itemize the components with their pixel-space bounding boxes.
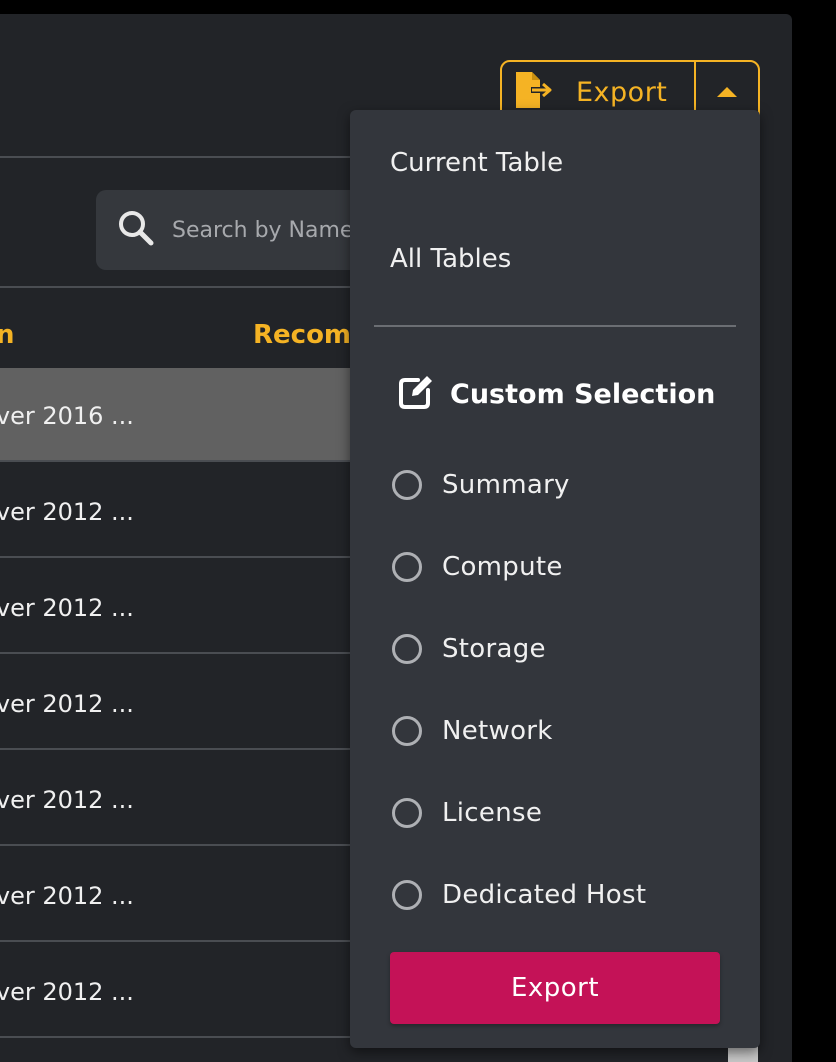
column-header-recommendation[interactable]: Recom — [253, 320, 351, 350]
column-header-os[interactable]: n — [0, 320, 15, 350]
option-label: License — [442, 798, 543, 828]
table-cell-os: rver 2012 ... — [0, 786, 134, 814]
table-row[interactable]: rver 2012 ... — [0, 656, 350, 750]
menu-divider — [374, 325, 736, 327]
option-label: Compute — [442, 552, 563, 582]
radio-button[interactable] — [392, 634, 422, 664]
radio-button[interactable] — [392, 716, 422, 746]
option-storage[interactable]: Storage — [392, 634, 546, 664]
table-cell-os: rver 2012 ... — [0, 882, 134, 910]
radio-button[interactable] — [392, 552, 422, 582]
table-cell-os: rver 2012 ... — [0, 594, 134, 622]
option-network[interactable]: Network — [392, 716, 553, 746]
export-button-label: Export — [576, 76, 668, 108]
radio-button[interactable] — [392, 798, 422, 828]
radio-button[interactable] — [392, 880, 422, 910]
option-label: Summary — [442, 470, 570, 500]
option-dedicated-host[interactable]: Dedicated Host — [392, 880, 646, 910]
custom-selection-title: Custom Selection — [450, 378, 716, 410]
table-row[interactable]: rver 2012 ... — [0, 752, 350, 846]
export-dropdown-menu: Current Table All Tables Custom Selectio… — [350, 110, 760, 1048]
search-icon — [96, 208, 156, 252]
radio-button[interactable] — [392, 470, 422, 500]
file-export-icon — [512, 70, 556, 114]
edit-icon — [396, 372, 436, 416]
table-row[interactable]: rver 2012 ... — [0, 944, 350, 1038]
option-summary[interactable]: Summary — [392, 470, 570, 500]
table-row[interactable]: rver 2012 ... — [0, 560, 350, 654]
table-cell-os: rver 2012 ... — [0, 690, 134, 718]
toolbar-divider — [0, 156, 350, 158]
table-cell-os: rver 2012 ... — [0, 498, 134, 526]
table-cell-os: rver 2016 ... — [0, 402, 134, 430]
export-submit-button[interactable]: Export — [390, 952, 720, 1024]
option-label: Network — [442, 716, 553, 746]
option-label: Dedicated Host — [442, 880, 647, 910]
option-label: Storage — [442, 634, 546, 664]
table-row[interactable]: rver 2012 ... — [0, 848, 350, 942]
table-cell-os: rver 2012 ... — [0, 978, 134, 1006]
menu-item-current-table[interactable]: Current Table — [390, 148, 563, 178]
table-row[interactable]: rver 2012 ... — [0, 464, 350, 558]
option-license[interactable]: License — [392, 798, 542, 828]
menu-item-all-tables[interactable]: All Tables — [390, 244, 511, 274]
table-header-border — [0, 286, 350, 288]
table-row[interactable]: rver 2016 ... — [0, 368, 350, 462]
custom-selection-header: Custom Selection — [396, 372, 715, 416]
caret-up-icon — [716, 83, 738, 102]
option-compute[interactable]: Compute — [392, 552, 563, 582]
